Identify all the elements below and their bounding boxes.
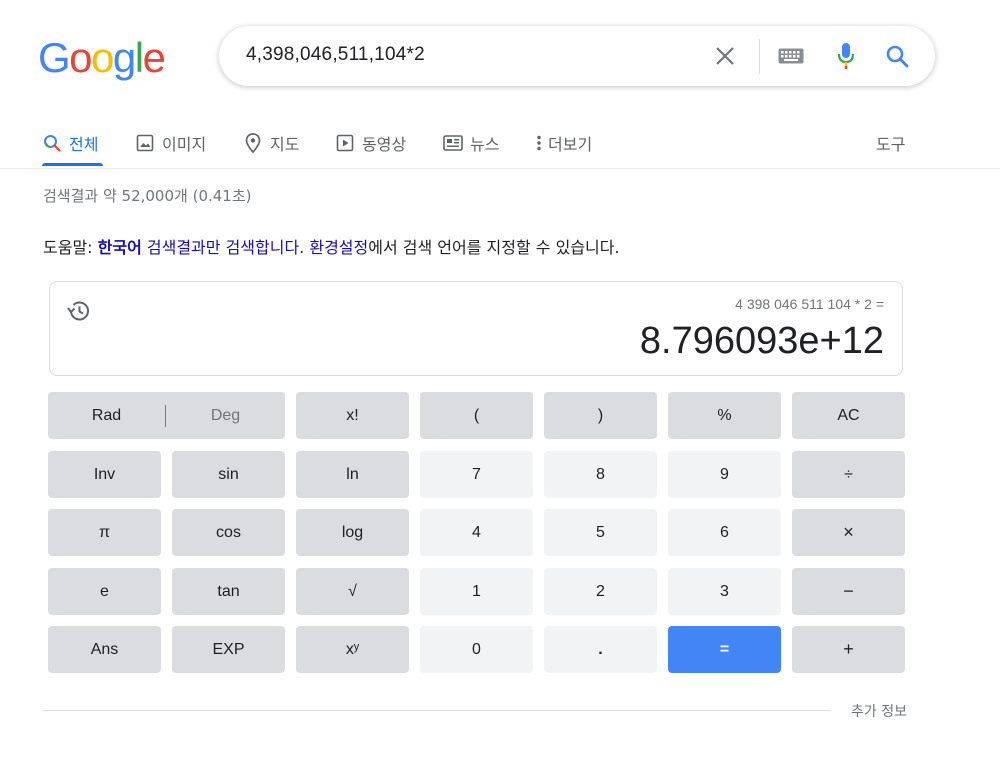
news-icon xyxy=(443,133,463,153)
search-input[interactable]: 4,398,046,511,104*2 xyxy=(246,44,425,66)
tab-label: 더보기 xyxy=(548,135,593,154)
tab-maps[interactable]: 지도 xyxy=(243,126,299,160)
active-tab-indicator xyxy=(42,163,103,166)
digit-2-key[interactable]: 2 xyxy=(544,568,657,615)
keyboard-icon[interactable] xyxy=(777,42,805,70)
tab-label: 지도 xyxy=(270,135,300,154)
settings-link[interactable]: 환경설정 xyxy=(304,238,368,257)
rad-button[interactable]: Rad xyxy=(48,407,165,425)
cos-key[interactable]: cos xyxy=(172,509,285,556)
divide-key[interactable]: ÷ xyxy=(792,451,905,498)
logo-letter: e xyxy=(142,34,166,81)
plus-key[interactable]: + xyxy=(792,626,905,673)
korean-results-link[interactable]: 검색결과만 검색합니다. xyxy=(142,238,304,257)
help-prefix: 도움말: xyxy=(43,238,98,257)
search-icon[interactable] xyxy=(883,42,911,70)
video-icon xyxy=(335,133,355,153)
inverse-key[interactable]: Inv xyxy=(48,451,161,498)
more-info-link[interactable]: 추가 정보 xyxy=(851,701,907,721)
image-icon xyxy=(135,133,155,153)
mic-icon[interactable] xyxy=(832,42,860,70)
logo-letter: o xyxy=(91,34,114,81)
logo-letter: o xyxy=(69,34,92,81)
digit-3-key[interactable]: 3 xyxy=(668,568,781,615)
ln-key[interactable]: ln xyxy=(296,451,409,498)
language-help: 도움말: 한국어 검색결과만 검색합니다. 환경설정에서 검색 언어를 지정할 … xyxy=(43,234,620,258)
divider xyxy=(43,710,831,711)
tab-label: 도구 xyxy=(876,135,906,154)
digit-9-key[interactable]: 9 xyxy=(668,451,781,498)
multiply-key[interactable]: × xyxy=(792,509,905,556)
history-icon[interactable] xyxy=(66,298,92,324)
close-icon[interactable] xyxy=(711,42,739,70)
deg-button[interactable]: Deg xyxy=(166,407,285,425)
sin-key[interactable]: sin xyxy=(172,451,285,498)
tab-label: 이미지 xyxy=(162,135,207,154)
pi-key[interactable]: π xyxy=(48,509,161,556)
equals-key[interactable]: = xyxy=(668,626,781,673)
result-stats: 검색결과 약 52,000개 (0.41초) xyxy=(43,187,252,205)
digit-5-key[interactable]: 5 xyxy=(544,509,657,556)
right-paren-key[interactable]: ) xyxy=(544,392,657,439)
search-box[interactable]: 4,398,046,511,104*2 xyxy=(219,26,935,86)
tab-label: 동영상 xyxy=(362,135,407,154)
calculator-display: 4 398 046 511 104 * 2 = 8.796093e+12 xyxy=(49,281,903,376)
tab-tools[interactable]: 도구 xyxy=(876,126,905,160)
search-icon xyxy=(42,133,62,153)
korean-link[interactable]: 한국어 xyxy=(98,238,142,257)
calculator-result: 8.796093e+12 xyxy=(639,320,884,362)
logo-letter: l xyxy=(134,34,144,81)
log-key[interactable]: log xyxy=(296,509,409,556)
digit-7-key[interactable]: 7 xyxy=(420,451,533,498)
logo-letter: g xyxy=(112,34,136,81)
digit-4-key[interactable]: 4 xyxy=(420,509,533,556)
tab-more[interactable]: 더보기 xyxy=(533,126,592,160)
tab-videos[interactable]: 동영상 xyxy=(335,126,406,160)
percent-key[interactable]: % xyxy=(668,392,781,439)
tan-key[interactable]: tan xyxy=(172,568,285,615)
tab-label: 뉴스 xyxy=(470,135,500,154)
decimal-point-key[interactable]: . xyxy=(544,626,657,673)
power-key[interactable]: xʸ xyxy=(296,626,409,673)
map-pin-icon xyxy=(243,133,263,153)
help-suffix: 에서 검색 언어를 지정할 수 있습니다. xyxy=(368,238,620,257)
digit-8-key[interactable]: 8 xyxy=(544,451,657,498)
tab-label: 전체 xyxy=(69,135,99,154)
exp-key[interactable]: EXP xyxy=(172,626,285,673)
calculator-expression: 4 398 046 511 104 * 2 = xyxy=(735,296,884,312)
rad-deg-toggle[interactable]: Rad Deg xyxy=(48,392,285,439)
tab-images[interactable]: 이미지 xyxy=(135,126,206,160)
tab-news[interactable]: 뉴스 xyxy=(443,126,499,160)
digit-1-key[interactable]: 1 xyxy=(420,568,533,615)
euler-key[interactable]: e xyxy=(48,568,161,615)
answer-key[interactable]: Ans xyxy=(48,626,161,673)
all-clear-key[interactable]: AC xyxy=(792,392,905,439)
tab-all[interactable]: 전체 xyxy=(42,126,98,160)
digit-0-key[interactable]: 0 xyxy=(420,626,533,673)
factorial-key[interactable]: x! xyxy=(296,392,409,439)
google-logo[interactable]: Google xyxy=(38,34,166,81)
left-paren-key[interactable]: ( xyxy=(420,392,533,439)
digit-6-key[interactable]: 6 xyxy=(668,509,781,556)
search-divider xyxy=(759,39,760,74)
logo-letter: G xyxy=(38,34,71,81)
more-vert-icon xyxy=(533,133,545,153)
sqrt-key[interactable]: √ xyxy=(296,568,409,615)
search-tabs: 전체 이미지 지도 동영상 뉴스 더보기 도구 xyxy=(0,118,1000,169)
minus-key[interactable]: − xyxy=(792,568,905,615)
